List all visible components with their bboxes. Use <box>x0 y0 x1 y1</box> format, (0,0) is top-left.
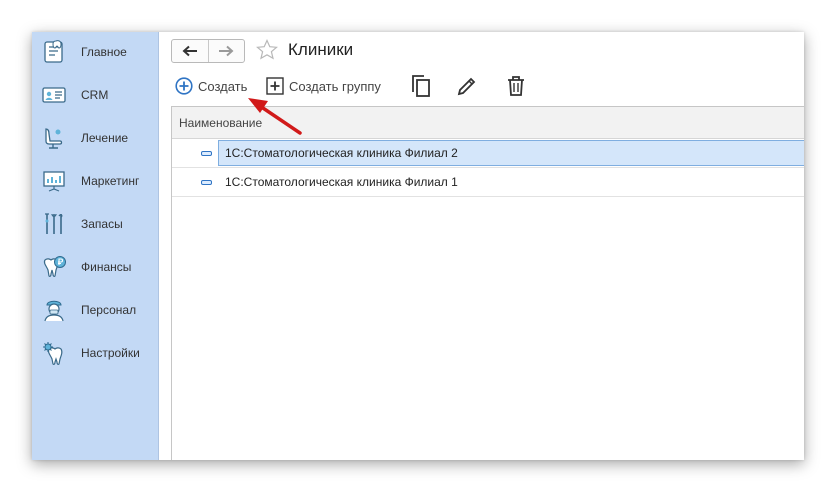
row-name: 1С:Стоматологическая клиника Филиал 2 <box>225 146 458 160</box>
sidebar-item-crm[interactable]: CRM <box>32 77 158 113</box>
forward-button[interactable] <box>207 40 245 62</box>
favorite-star-icon[interactable] <box>255 38 279 62</box>
copy-button[interactable] <box>410 74 432 98</box>
home-tooth-icon <box>44 40 63 63</box>
table-row[interactable]: 1С:Стоматологическая клиника Филиал 2 <box>172 139 804 168</box>
plus-square-icon <box>266 77 284 95</box>
tooth-gear-icon <box>43 342 63 365</box>
row-name: 1С:Стоматологическая клиника Филиал 1 <box>225 175 458 189</box>
main-panel: Клиники Создать Создать группу Наименова… <box>159 32 804 460</box>
sidebar-item-stock[interactable]: Запасы <box>32 206 158 242</box>
sidebar-item-label: CRM <box>81 88 109 102</box>
sidebar-item-label: Лечение <box>81 131 129 145</box>
catalog-item-icon <box>201 180 212 185</box>
pencil-icon <box>457 77 476 96</box>
dental-chair-icon <box>45 128 63 149</box>
presentation-icon <box>43 171 65 192</box>
sidebar-item-settings[interactable]: Настройки <box>32 335 158 371</box>
sidebar-item-label: Настройки <box>81 346 140 360</box>
sidebar-item-label: Финансы <box>81 260 132 274</box>
sidebar: Главное CRM Лечение Маркетинг Запасы Фин… <box>32 32 159 460</box>
sidebar-item-main[interactable]: Главное <box>32 34 158 70</box>
catalog-item-icon <box>201 151 212 156</box>
page-title: Клиники <box>288 40 354 59</box>
sidebar-item-label: Главное <box>81 45 127 59</box>
sidebar-item-label: Персонал <box>81 303 137 317</box>
arrow-right-icon <box>219 45 234 57</box>
sidebar-item-label: Маркетинг <box>81 174 140 188</box>
sidebar-item-label: Запасы <box>81 217 123 231</box>
create-label: Создать <box>198 78 248 94</box>
back-button[interactable] <box>172 40 208 62</box>
sidebar-item-finance[interactable]: Финансы <box>32 249 158 285</box>
crm-card-icon <box>42 87 66 103</box>
doctor-icon <box>44 300 64 322</box>
table-header: Наименование <box>172 107 804 139</box>
edit-button[interactable] <box>456 74 478 98</box>
create-group-button[interactable]: Создать группу <box>266 74 381 98</box>
history-nav <box>171 39 245 63</box>
sidebar-item-marketing[interactable]: Маркетинг <box>32 163 158 199</box>
trash-icon <box>508 76 524 96</box>
create-group-label: Создать группу <box>289 78 381 94</box>
dental-tools-icon <box>45 213 63 234</box>
sidebar-item-staff[interactable]: Персонал <box>32 292 158 328</box>
arrow-left-icon <box>182 45 197 57</box>
create-button[interactable]: Создать <box>175 74 247 98</box>
table-row[interactable]: 1С:Стоматологическая клиника Филиал 1 <box>172 168 804 197</box>
tooth-ruble-icon <box>43 256 66 277</box>
copy-icon <box>412 75 430 97</box>
delete-button[interactable] <box>506 74 526 98</box>
sidebar-item-treatment[interactable]: Лечение <box>32 120 158 156</box>
column-header-name[interactable]: Наименование <box>179 116 262 130</box>
plus-circle-icon <box>175 77 193 95</box>
clinics-table: Наименование 1С:Стоматологическая клиник… <box>171 106 804 460</box>
app-window: Главное CRM Лечение Маркетинг Запасы Фин… <box>32 32 804 460</box>
